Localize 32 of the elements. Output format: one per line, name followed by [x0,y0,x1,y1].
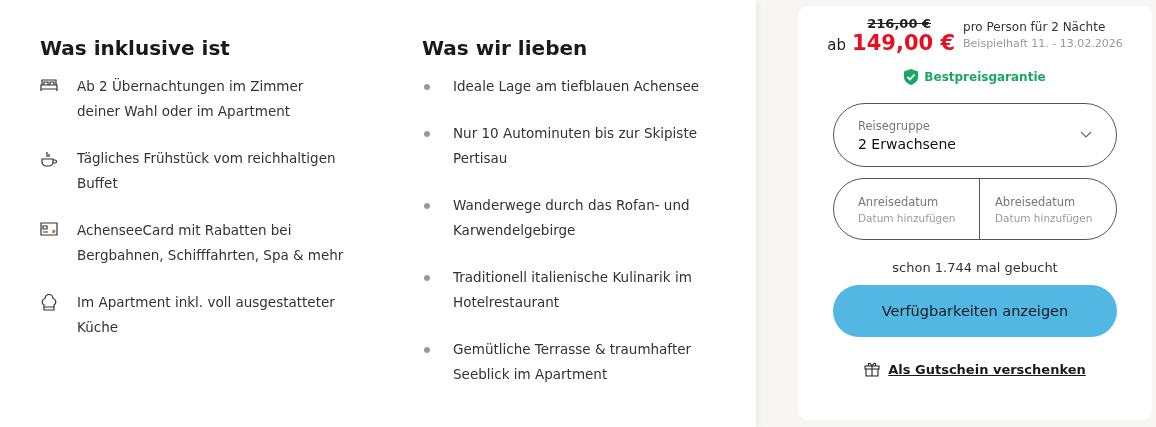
section-heading: Was inklusive ist [40,36,231,60]
highlight-text: Wanderwege durch das Rofan- und Karwendelgebirge [453,196,691,240]
bullet-icon [424,131,430,137]
voucher-link[interactable]: Als Gutschein verschenken [888,361,1086,377]
id-card-icon [40,222,58,236]
bullet-icon [424,347,430,353]
bed-icon [40,78,58,92]
chevron-down-icon [1080,131,1092,139]
price-note: pro Person für 2 Nächte [963,20,1107,34]
bullet-icon [424,203,430,209]
highlight-text: Traditionell italienische Kulinarik im Hotelrestaurant [453,268,693,312]
bullet-icon [424,84,430,90]
chef-hat-icon [40,294,58,312]
section-heading: Was wir lieben [422,36,589,60]
coffee-cup-icon [40,150,58,168]
feature-text: Tägliches Frühstück vom reichhaltigen Buffet [77,149,337,193]
gift-icon [864,361,881,377]
shield-check-icon [904,69,919,85]
bullet-icon [424,275,430,281]
feature-text: Im Apartment inkl. voll ausgestatteter Küche [77,293,336,337]
feature-text: Ab 2 Übernachtungen im Zimmer deiner Wahl oder im Apartment [77,77,305,121]
price: 149,00 € [852,31,956,55]
highlight-text: Gemütliche Terrasse & traumhafter Seeblick im Apartment [453,340,693,384]
feature-text: AchenseeCard mit Rabatten bei Bergbahnen, Schifffahrten, Spa & mehr [77,221,345,265]
old-price: 216,00 € [867,16,932,31]
highlight-text: Ideale Lage am tiefblauen Achensee [453,77,701,96]
guarantee-label: Bestpreisgarantie [924,70,1046,84]
booking-count: schon 1.744 mal gebucht [892,260,1058,275]
price-prefix: ab [827,36,847,54]
example-dates: Beispielhaft 11. - 13.02.2026 [963,37,1123,50]
highlight-text: Nur 10 Autominuten bis zur Skipiste Pertisau [453,124,698,168]
availability-button[interactable]: Verfügbarkeiten anzeigen [833,285,1117,337]
